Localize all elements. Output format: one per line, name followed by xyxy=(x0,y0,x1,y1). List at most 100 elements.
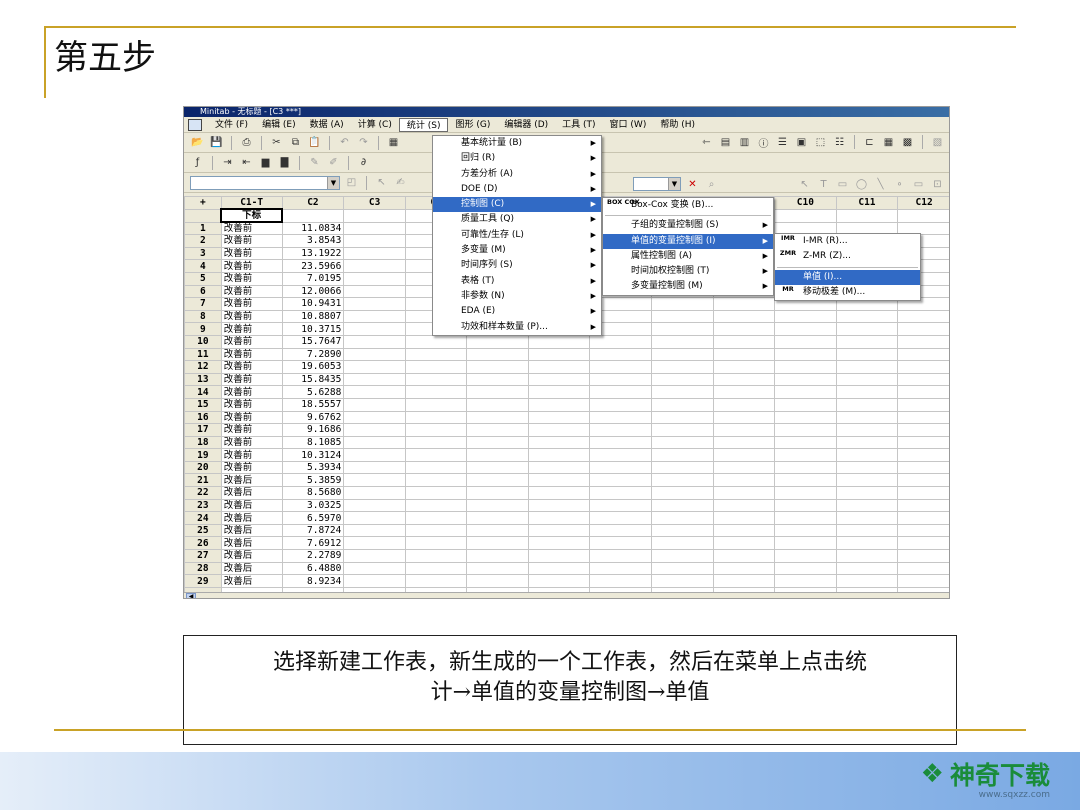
menu-data[interactable]: 数据 (A) xyxy=(303,118,351,132)
table-cell[interactable] xyxy=(774,448,837,462)
table-cell[interactable] xyxy=(343,234,406,248)
table-cell[interactable] xyxy=(897,385,949,399)
table-cell[interactable] xyxy=(343,423,406,437)
menu-stat[interactable]: 统计 (S) xyxy=(398,117,449,132)
table-cell[interactable]: 改善前 xyxy=(220,284,283,299)
table-cell[interactable] xyxy=(712,385,776,399)
table-cell[interactable] xyxy=(466,574,529,588)
menu-file[interactable]: 文件 (F) xyxy=(208,118,255,132)
row-number[interactable]: 12 xyxy=(184,360,222,374)
table-cell[interactable] xyxy=(589,486,652,500)
table-cell[interactable] xyxy=(774,536,837,551)
table-cell[interactable] xyxy=(712,309,776,324)
scroll-left-icon[interactable]: ◀ xyxy=(186,593,196,598)
row-number[interactable]: 1 xyxy=(184,221,222,236)
table-cell[interactable] xyxy=(650,460,714,475)
table-cell[interactable] xyxy=(404,574,468,588)
horizontal-scrollbar[interactable]: ◀ xyxy=(184,592,949,598)
table-cell[interactable] xyxy=(343,536,406,551)
table-cell[interactable] xyxy=(466,385,529,399)
table-cell[interactable]: 改善前 xyxy=(220,385,283,399)
table-cell[interactable] xyxy=(897,360,949,374)
table-cell[interactable]: 2.2789 xyxy=(281,549,345,563)
table-cell[interactable] xyxy=(835,347,899,362)
table-cell[interactable] xyxy=(466,498,529,513)
table-cell[interactable] xyxy=(343,246,406,261)
table-cell[interactable] xyxy=(527,448,591,462)
row-number[interactable]: 2 xyxy=(184,234,222,248)
row-number[interactable]: 27 xyxy=(184,549,222,563)
table-cell[interactable] xyxy=(835,397,899,412)
undo-icon[interactable]: ↶ xyxy=(337,136,352,150)
copy-icon[interactable]: ⧉ xyxy=(288,136,303,150)
table-cell[interactable]: 5.6288 xyxy=(281,385,345,399)
table-cell[interactable]: 改善后 xyxy=(220,523,283,538)
table-cell[interactable]: 改善前 xyxy=(220,234,283,248)
close-all-graphs-icon[interactable]: ▧ xyxy=(930,135,945,149)
menu-item[interactable]: 时间序列 (S) ▶ xyxy=(433,258,601,273)
table-cell[interactable] xyxy=(774,423,837,437)
table-cell[interactable]: 改善前 xyxy=(220,309,283,324)
table-cell[interactable] xyxy=(404,536,468,551)
marker-tool-icon[interactable]: ⊡ xyxy=(930,177,945,191)
table-cell[interactable] xyxy=(774,460,837,475)
table-cell[interactable]: 8.1085 xyxy=(281,435,345,450)
table-cell[interactable] xyxy=(712,334,776,349)
menu-item[interactable]: 方差分析 (A) ▶ xyxy=(433,167,601,182)
table-cell[interactable] xyxy=(466,536,529,551)
text-tool-icon[interactable]: T xyxy=(816,177,831,191)
table-cell[interactable] xyxy=(712,423,776,437)
table-cell[interactable] xyxy=(650,473,714,488)
table-cell[interactable] xyxy=(774,322,837,336)
table-cell[interactable]: 12.0066 xyxy=(281,284,345,299)
table-cell[interactable] xyxy=(527,423,591,437)
table-cell[interactable] xyxy=(897,309,949,324)
table-cell[interactable] xyxy=(835,511,899,525)
table-cell[interactable] xyxy=(835,372,899,387)
table-cell[interactable] xyxy=(404,498,468,513)
table-cell[interactable] xyxy=(712,561,776,576)
menu-item[interactable]: 时间加权控制图 (T) ▶ xyxy=(603,264,773,279)
table-cell[interactable] xyxy=(527,473,591,488)
table-cell[interactable] xyxy=(589,561,652,576)
table-cell[interactable] xyxy=(589,448,652,462)
table-cell[interactable] xyxy=(897,473,949,488)
table-cell[interactable] xyxy=(835,460,899,475)
table-cell[interactable]: 改善后 xyxy=(220,486,283,500)
table-cell[interactable] xyxy=(466,549,529,563)
pencil-icon[interactable]: ∂ xyxy=(356,156,371,170)
row-number[interactable]: 17 xyxy=(184,423,222,437)
table-cell[interactable] xyxy=(774,334,837,349)
table-cell[interactable] xyxy=(650,397,714,412)
table-cell[interactable] xyxy=(527,360,591,374)
table-cell[interactable] xyxy=(466,523,529,538)
table-cell[interactable] xyxy=(835,574,899,588)
rectangle-tool-icon[interactable]: ▭ xyxy=(835,177,850,191)
table-cell[interactable] xyxy=(712,473,776,488)
table-cell[interactable] xyxy=(589,574,652,588)
table-cell[interactable]: 改善前 xyxy=(220,259,283,273)
table-cell[interactable] xyxy=(897,486,949,500)
table-cell[interactable] xyxy=(650,511,714,525)
table-cell[interactable] xyxy=(404,360,468,374)
table-cell[interactable] xyxy=(774,372,837,387)
table-cell[interactable] xyxy=(650,360,714,374)
table-cell[interactable] xyxy=(527,549,591,563)
table-cell[interactable] xyxy=(650,448,714,462)
table-cell[interactable] xyxy=(404,410,468,425)
table-cell[interactable] xyxy=(466,334,529,349)
table-cell[interactable] xyxy=(589,473,652,488)
table-cell[interactable]: 15.8435 xyxy=(281,372,345,387)
table-cell[interactable] xyxy=(404,523,468,538)
save-icon[interactable]: 💾 xyxy=(209,136,224,150)
table-cell[interactable] xyxy=(774,410,837,425)
table-cell[interactable] xyxy=(897,511,949,525)
table-cell[interactable]: 8.9234 xyxy=(281,574,345,588)
menu-item[interactable]: 可靠性/生存 (L) ▶ xyxy=(433,228,601,243)
table-cell[interactable]: 改善前 xyxy=(220,460,283,475)
table-cell[interactable] xyxy=(343,460,406,475)
menu-item[interactable]: 多变量控制图 (M) ▶ xyxy=(603,279,773,294)
table-cell[interactable] xyxy=(650,536,714,551)
table-cell[interactable] xyxy=(343,322,406,336)
table-cell[interactable] xyxy=(897,397,949,412)
